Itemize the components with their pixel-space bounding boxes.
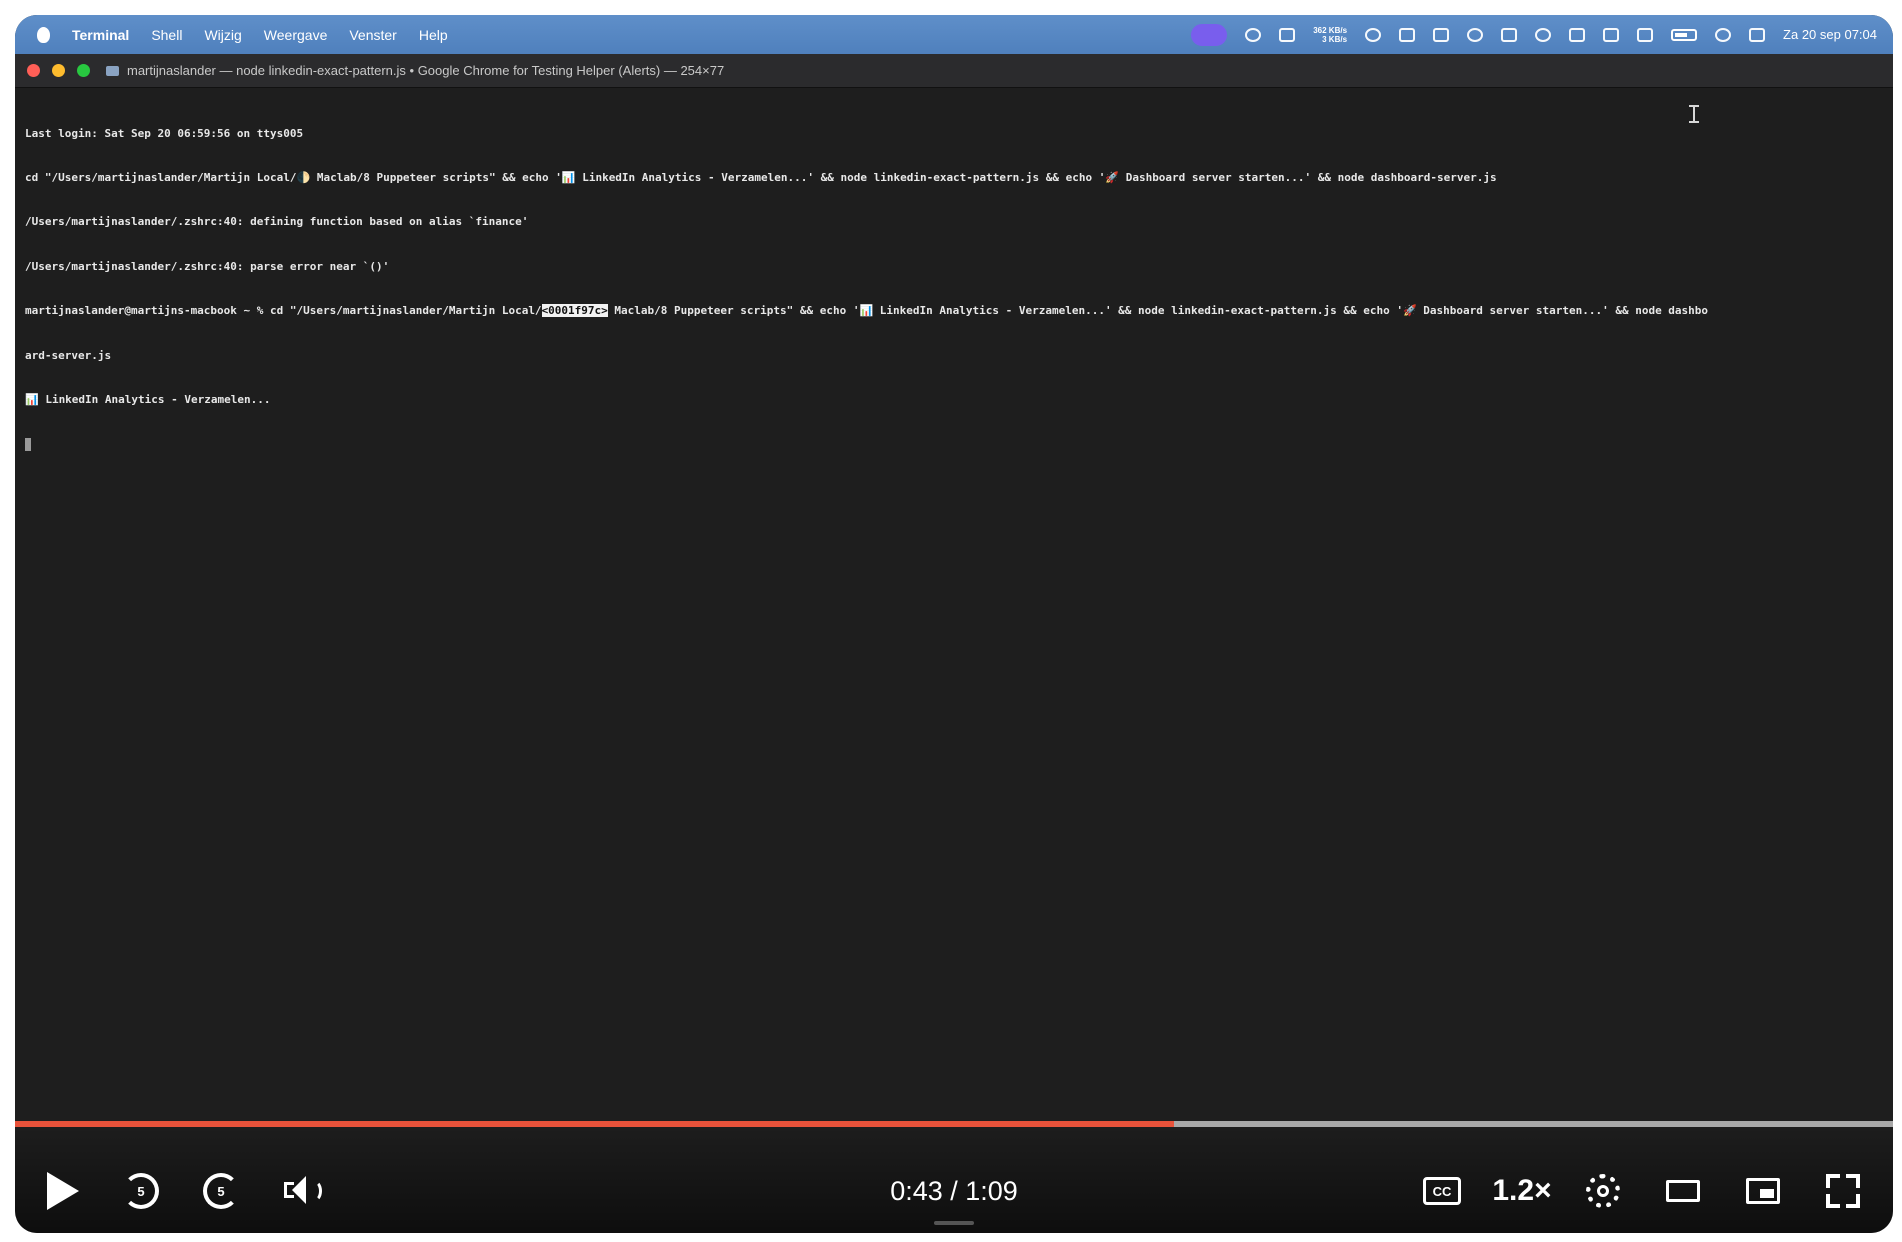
window-title: martijnaslander — node linkedin-exact-pa… — [127, 63, 725, 78]
menu-venster[interactable]: Venster — [349, 27, 396, 43]
speed-button[interactable]: 1.2× — [1487, 1171, 1557, 1211]
status-app-icon[interactable] — [1191, 23, 1228, 46]
drop-icon[interactable] — [1467, 27, 1484, 42]
skip-forward-button[interactable]: 5 — [201, 1171, 241, 1211]
phone-icon[interactable] — [1637, 27, 1654, 42]
battery-icon[interactable] — [1671, 28, 1698, 41]
video-frame: Terminal Shell Wijzig Weergave Venster H… — [15, 15, 1893, 1233]
window-icon[interactable] — [1501, 27, 1518, 42]
theater-mode-button[interactable] — [1661, 1171, 1705, 1211]
volume-button[interactable] — [281, 1171, 325, 1211]
unicode-placeholder: <0001f97c> — [541, 304, 608, 318]
video-controls: 5 5 0:43 / 1:09 CC 1.2× — [15, 1121, 1893, 1233]
network-stats: 362 KB/s 3 KB/s — [1313, 25, 1348, 44]
terminal-title-bar: martijnaslander — node linkedin-exact-pa… — [15, 54, 1893, 88]
gear-icon — [1586, 1174, 1620, 1208]
menu-shell[interactable]: Shell — [151, 27, 182, 43]
rocket-icon[interactable] — [1245, 27, 1262, 42]
menu-app-terminal[interactable]: Terminal — [72, 27, 129, 43]
volume-icon — [284, 1174, 322, 1208]
terminal-line: /Users/martijnaslander/.zshrc:40: defini… — [25, 215, 529, 229]
folder-icon — [106, 65, 119, 76]
zoom-window-button[interactable] — [77, 64, 90, 77]
terminal-line: 📊 LinkedIn Analytics - Verzamelen... — [25, 392, 271, 406]
menu-wijzig[interactable]: Wijzig — [204, 27, 241, 43]
apple-menu-icon[interactable] — [37, 26, 50, 43]
settings-button[interactable] — [1581, 1171, 1625, 1211]
progress-bar[interactable] — [15, 1121, 1893, 1127]
close-box-icon[interactable] — [1603, 27, 1620, 42]
text-cursor-icon — [1689, 105, 1699, 123]
minimize-window-button[interactable] — [52, 64, 65, 77]
fullscreen-icon — [1826, 1174, 1860, 1208]
terminal-line: Last login: Sat Sep 20 06:59:56 on ttys0… — [25, 126, 304, 140]
menu-weergave[interactable]: Weergave — [264, 27, 328, 43]
wifi-icon[interactable] — [1715, 27, 1732, 42]
theater-icon — [1666, 1180, 1700, 1202]
close-window-button[interactable] — [27, 64, 40, 77]
captions-icon: CC — [1423, 1177, 1461, 1205]
play-icon — [47, 1172, 79, 1210]
clock-icon[interactable] — [1365, 27, 1382, 42]
menu-help[interactable]: Help — [419, 27, 448, 43]
terminal-line: /Users/martijnaslander/.zshrc:40: parse … — [25, 259, 390, 273]
time-display: 0:43 / 1:09 — [890, 1175, 1018, 1206]
pip-icon — [1746, 1178, 1780, 1204]
terminal-line: martijnaslander@martijns-macbook ~ % cd … — [25, 304, 1709, 318]
chart-icon[interactable] — [1279, 27, 1296, 42]
pip-button[interactable] — [1741, 1171, 1785, 1211]
terminal-line: cd "/Users/martijnaslander/Martijn Local… — [25, 170, 1497, 184]
drag-handle[interactable] — [934, 1221, 974, 1225]
progress-played — [15, 1121, 1174, 1127]
shield-icon[interactable] — [1433, 27, 1450, 42]
datetime[interactable]: Za 20 sep 07:04 — [1783, 27, 1877, 42]
display-icon[interactable] — [1535, 27, 1552, 42]
mac-menu-bar: Terminal Shell Wijzig Weergave Venster H… — [15, 15, 1893, 54]
expand-icon[interactable] — [1569, 27, 1586, 42]
pen-icon[interactable] — [1399, 27, 1416, 42]
terminal-line: ard-server.js — [25, 348, 112, 362]
control-center-icon[interactable] — [1749, 27, 1766, 42]
skip-back-button[interactable]: 5 — [121, 1171, 161, 1211]
forward-icon: 5 — [203, 1173, 239, 1209]
terminal-cursor — [25, 437, 31, 451]
play-button[interactable] — [43, 1171, 83, 1211]
captions-button[interactable]: CC — [1420, 1171, 1464, 1211]
fullscreen-button[interactable] — [1821, 1171, 1865, 1211]
rewind-icon: 5 — [123, 1173, 159, 1209]
terminal-output[interactable]: Last login: Sat Sep 20 06:59:56 on ttys0… — [25, 97, 1883, 482]
